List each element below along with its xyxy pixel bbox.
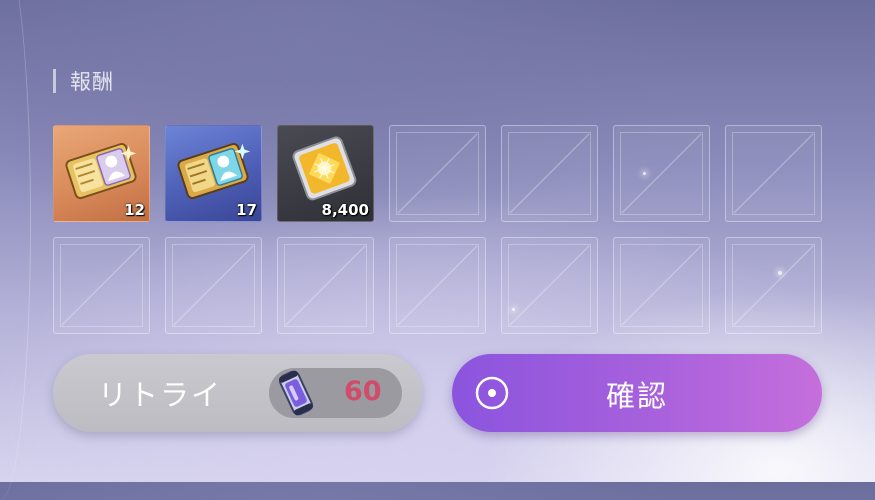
empty-reward-slot: [501, 237, 598, 334]
empty-reward-slot: [725, 125, 822, 222]
empty-reward-slot: [165, 237, 262, 334]
rewards-header: 報酬: [53, 66, 114, 96]
retry-cost-value: 60: [344, 376, 382, 407]
empty-reward-slot: [53, 237, 150, 334]
confirm-label: 確認: [605, 379, 668, 413]
background-arc-decoration: [0, 0, 31, 500]
empty-reward-slot: [389, 125, 486, 222]
reward-slot-blue-ticket[interactable]: 17: [165, 125, 262, 222]
header-accent-bar: [53, 69, 56, 93]
rewards-grid: 12 17 8,400: [53, 125, 822, 334]
reward-quantity: 8,400: [321, 201, 369, 219]
reward-quantity: 17: [236, 201, 257, 219]
reward-slot-orange-ticket[interactable]: 12: [53, 125, 150, 222]
empty-reward-slot: [613, 125, 710, 222]
empty-reward-slot: [277, 237, 374, 334]
empty-reward-slot: [389, 237, 486, 334]
reward-quantity: 12: [124, 201, 145, 219]
reward-slot-gold-gem[interactable]: 8,400: [277, 125, 374, 222]
confirm-button[interactable]: 確認: [452, 354, 822, 432]
rewards-title: 報酬: [70, 70, 114, 94]
energy-capsule-icon: [279, 370, 313, 416]
empty-reward-slot: [501, 125, 598, 222]
retry-cost-pill: 60: [269, 368, 402, 418]
empty-reward-slot: [613, 237, 710, 334]
empty-reward-slot: [725, 237, 822, 334]
retry-label: リトライ: [98, 378, 223, 412]
retry-button[interactable]: リトライ 60: [53, 354, 422, 432]
